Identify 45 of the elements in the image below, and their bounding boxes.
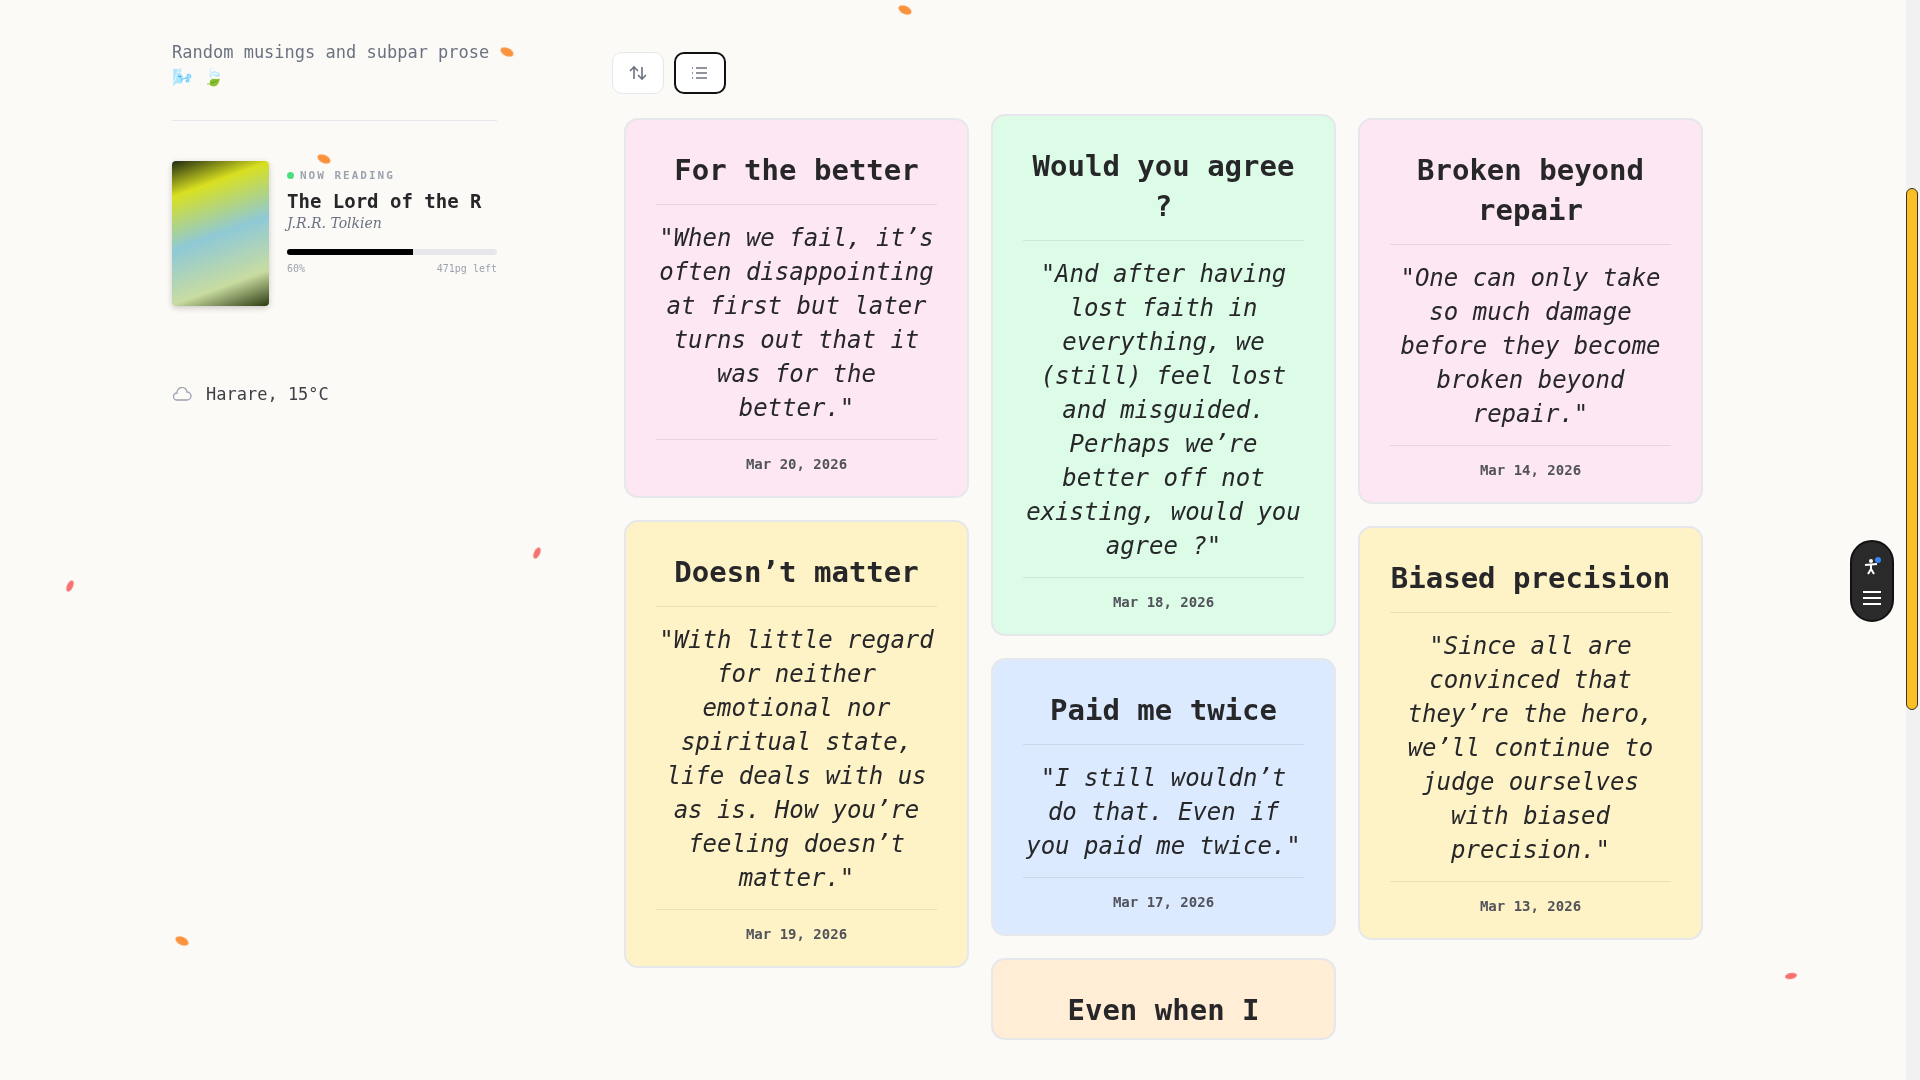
petal-icon — [531, 546, 543, 560]
quote-card[interactable]: Even when I — [991, 958, 1336, 1040]
card-date: Mar 18, 2026 — [1111, 594, 1216, 610]
card-date: Mar 13, 2026 — [1478, 898, 1583, 914]
now-reading-label: NOW READING — [300, 169, 395, 182]
quote-card[interactable]: Doesn’t matter "With little regard for neither emotional nor spiritual state, life deals with us as is. How you’re feeling doesn’t matter." Mar 19, 2026 — [624, 520, 969, 968]
quote-text: "And after having lost faith in everything, we (still) feel lost and misguided. Perhaps we’re better off not existing, would you agree ?" — [1025, 259, 1302, 562]
weather-text: Harare, 15°C — [206, 384, 329, 404]
quote-text: "I still wouldn’t do that. Even if you paid me twice." — [1025, 763, 1302, 862]
quote-text: "Since all are convinced that they’re the hero, we’ll continue to judge ourselves with biased precision." — [1406, 631, 1655, 866]
cloud-icon — [172, 387, 192, 401]
quote-card[interactable]: Broken beyond repair "One can only take so much damage before they become broken beyond repair." Mar 14, 2026 — [1358, 118, 1703, 504]
quote-text: "When we fail, it’s often disappointing at first but later turns out that it was for the better." — [658, 223, 935, 424]
status-dot-icon — [287, 172, 294, 179]
sort-icon — [628, 64, 648, 82]
card-date: Mar 19, 2026 — [744, 926, 849, 942]
card-title: Even when I — [1066, 992, 1261, 1029]
tagline-text: Random musings and subpar prose 🌬 🍃 — [172, 41, 491, 89]
petal-icon — [64, 579, 76, 593]
card-date: Mar 20, 2026 — [744, 456, 849, 472]
card-title: Broken beyond repair — [1416, 152, 1645, 229]
card-title: Would you agree ? — [1031, 148, 1296, 225]
list-button[interactable] — [674, 52, 726, 94]
card-title: For the better — [673, 152, 920, 189]
accessibility-icon[interactable] — [1862, 557, 1882, 577]
progress-percent: 60% — [287, 263, 306, 274]
quote-text: "With little regard for neither emotional nor spiritual state, life deals with us as is. How you’re feeling doesn’t matter." — [658, 625, 935, 894]
card-title: Biased precision — [1390, 560, 1671, 597]
list-icon — [690, 64, 710, 82]
petal-icon — [1784, 972, 1798, 980]
quote-card[interactable]: Biased precision "Since all are convinced that they’re the hero, we’ll continue to judge ourselves with biased precision." Mar 13, 2026 — [1358, 526, 1703, 940]
pages-left: 471pg left — [436, 263, 497, 274]
quote-card[interactable]: For the better "When we fail, it’s often disappointing at first but later turns out that it was for the better." Mar 20, 2026 — [624, 118, 969, 498]
scrollbar-thumb[interactable] — [1906, 188, 1918, 710]
menu-icon[interactable] — [1862, 591, 1882, 605]
accessibility-widget[interactable] — [1850, 540, 1894, 622]
quote-card[interactable]: Paid me twice "I still wouldn’t do that. Even if you paid me twice." Mar 17, 2026 — [991, 658, 1336, 936]
card-title: Doesn’t matter — [673, 554, 920, 591]
card-date: Mar 14, 2026 — [1478, 462, 1583, 478]
card-title: Paid me twice — [1049, 692, 1278, 729]
sort-button[interactable] — [612, 52, 664, 94]
quote-card[interactable]: Would you agree ? "And after having lost faith in everything, we (still) feel lost and misguided. Perhaps we’re better off not existing, would you agree ?" Mar 18, 2026 — [991, 114, 1336, 636]
card-date: Mar 17, 2026 — [1111, 894, 1216, 910]
quote-text: "One can only take so much damage before they become broken beyond repair." — [1399, 263, 1662, 430]
book-title: The Lord of the R — [287, 190, 483, 212]
